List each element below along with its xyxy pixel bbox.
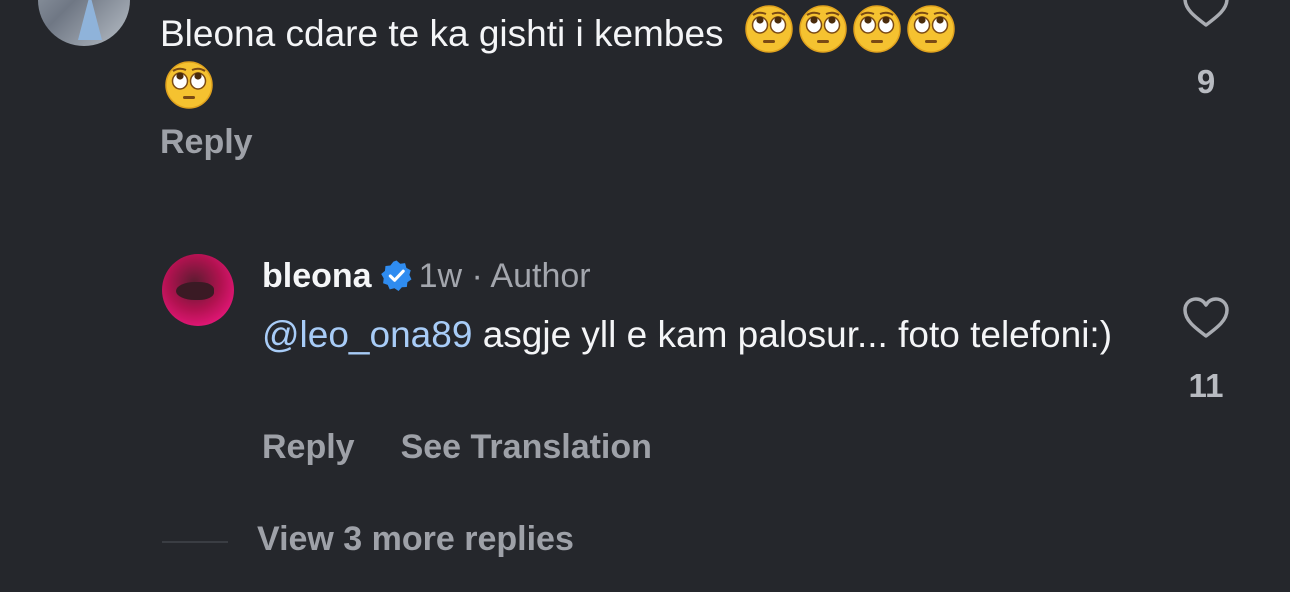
avatar-photo-detail (176, 282, 214, 300)
username[interactable]: bleona (262, 257, 372, 295)
face-with-rolling-eyes-icon (853, 5, 901, 53)
replies-divider (162, 541, 228, 543)
comment-text: Bleona cdare te ka gishti i kembes (160, 4, 1090, 116)
face-with-rolling-eyes-icon (745, 5, 793, 53)
separator-dot: · (471, 257, 483, 295)
see-translation-button[interactable]: See Translation (401, 428, 652, 466)
face-with-rolling-eyes-icon (799, 5, 847, 53)
comments-thread: Bleona cdare te ka gishti i kembes Reply… (0, 0, 1290, 592)
avatar[interactable] (38, 0, 130, 46)
heart-icon[interactable] (1182, 0, 1230, 32)
comment-time: 1w (418, 257, 463, 295)
like-count: 11 (1188, 367, 1224, 404)
comment-actions: Reply See Translation (262, 428, 698, 467)
comment-header: bleona 1w · Author (262, 255, 591, 297)
avatar[interactable] (162, 254, 234, 326)
verified-badge-icon (380, 260, 412, 291)
mention-link[interactable]: @leo_ona89 (262, 314, 472, 355)
reply-button[interactable]: Reply (160, 123, 253, 162)
author-label: Author (490, 257, 591, 295)
face-with-rolling-eyes-icon (165, 61, 213, 109)
comment-body: Bleona cdare te ka gishti i kembes (160, 13, 724, 54)
comment-text: @leo_ona89 asgje yll e kam palosur... fo… (262, 309, 1122, 360)
view-more-replies-button[interactable]: View 3 more replies (257, 520, 574, 559)
like-count: 9 (1196, 63, 1216, 100)
comment-body: asgje yll e kam palosur... foto telefoni… (482, 314, 1113, 355)
face-with-rolling-eyes-icon (907, 5, 955, 53)
avatar-photo-detail (78, 0, 102, 40)
reply-button[interactable]: Reply (262, 428, 355, 466)
heart-icon[interactable] (1182, 293, 1230, 343)
